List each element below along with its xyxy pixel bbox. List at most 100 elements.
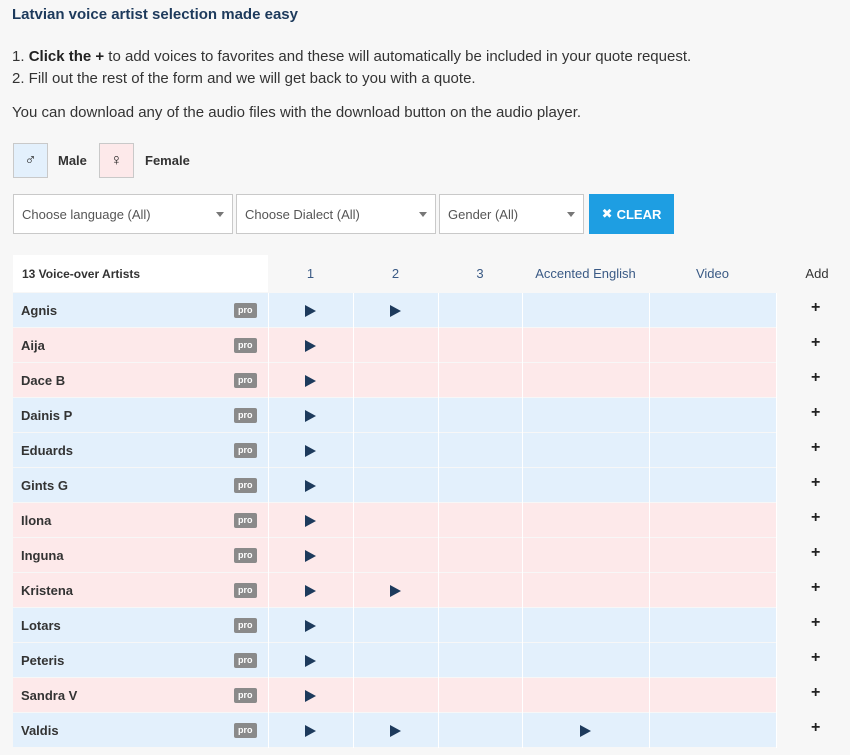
male-legend-icon: ♂ [13, 143, 48, 178]
step-number: 1. [12, 48, 25, 65]
column-divider [649, 503, 650, 538]
play-icon[interactable] [305, 655, 316, 667]
column-divider [353, 398, 354, 433]
column-divider [522, 643, 523, 678]
column-divider [268, 503, 269, 538]
chevron-down-icon [216, 212, 224, 217]
language-select[interactable]: Choose language (All) [13, 194, 233, 234]
artist-name[interactable]: Valdis [21, 723, 59, 738]
play-icon[interactable] [305, 725, 316, 737]
step-text: Fill out the rest of the form and we wil… [24, 70, 476, 87]
dialect-select[interactable]: Choose Dialect (All) [236, 194, 436, 234]
play-icon[interactable] [305, 305, 316, 317]
add-to-favorites-button[interactable]: + [811, 334, 820, 352]
column-divider [649, 608, 650, 643]
add-to-favorites-button[interactable]: + [811, 299, 820, 317]
instruction-step-1: 1. Click the + to add voices to favorite… [12, 46, 691, 68]
column-divider [522, 363, 523, 398]
play-icon[interactable] [305, 410, 316, 422]
table-row: Dainis P pro [13, 398, 777, 433]
pro-badge: pro [234, 583, 257, 598]
pro-badge: pro [234, 723, 257, 738]
column-divider [268, 398, 269, 433]
artist-name[interactable]: Dace B [21, 373, 65, 388]
column-divider [353, 503, 354, 538]
add-to-favorites-button[interactable]: + [811, 404, 820, 422]
artist-name[interactable]: Sandra V [21, 688, 77, 703]
artist-name[interactable]: Eduards [21, 443, 73, 458]
add-to-favorites-button[interactable]: + [811, 509, 820, 527]
play-icon[interactable] [580, 725, 591, 737]
column-divider [776, 713, 777, 748]
column-header-add: Add [805, 266, 829, 281]
artist-name[interactable]: Ilona [21, 513, 51, 528]
column-divider [268, 573, 269, 608]
artist-name[interactable]: Peteris [21, 653, 64, 668]
column-divider [438, 433, 439, 468]
artist-name[interactable]: Inguna [21, 548, 64, 563]
play-icon[interactable] [305, 375, 316, 387]
column-divider [776, 363, 777, 398]
add-to-favorites-button[interactable]: + [811, 614, 820, 632]
artist-name[interactable]: Aija [21, 338, 45, 353]
play-icon[interactable] [305, 620, 316, 632]
play-icon[interactable] [390, 585, 401, 597]
column-divider [353, 468, 354, 503]
gender-select-value: Gender (All) [448, 206, 519, 222]
add-to-favorites-button[interactable]: + [811, 439, 820, 457]
table-row: Lotars pro [13, 608, 777, 643]
pro-badge: pro [234, 513, 257, 528]
column-divider [268, 363, 269, 398]
gender-select[interactable]: Gender (All) [439, 194, 584, 234]
play-icon[interactable] [305, 480, 316, 492]
column-divider [353, 608, 354, 643]
column-divider [776, 468, 777, 503]
add-to-favorites-button[interactable]: + [811, 719, 820, 737]
column-divider [649, 398, 650, 433]
column-divider [353, 293, 354, 328]
column-divider [649, 363, 650, 398]
artist-name[interactable]: Gints G [21, 478, 68, 493]
column-divider [649, 468, 650, 503]
play-icon[interactable] [390, 725, 401, 737]
play-icon[interactable] [305, 690, 316, 702]
column-divider [649, 293, 650, 328]
play-icon[interactable] [305, 585, 316, 597]
table-row: Peteris pro [13, 643, 777, 678]
play-icon[interactable] [305, 515, 316, 527]
play-icon[interactable] [305, 550, 316, 562]
table-row: Kristena pro [13, 573, 777, 608]
artist-name[interactable]: Lotars [21, 618, 61, 633]
add-to-favorites-button[interactable]: + [811, 579, 820, 597]
artist-name[interactable]: Agnis [21, 303, 57, 318]
add-to-favorites-button[interactable]: + [811, 544, 820, 562]
play-icon[interactable] [305, 445, 316, 457]
add-to-favorites-button[interactable]: + [811, 474, 820, 492]
column-divider [649, 713, 650, 748]
table-row: Sandra V pro [13, 678, 777, 713]
column-divider [438, 398, 439, 433]
column-divider [268, 293, 269, 328]
table-row: Valdis pro [13, 713, 777, 748]
column-divider [353, 328, 354, 363]
add-to-favorites-button[interactable]: + [811, 684, 820, 702]
artist-name[interactable]: Dainis P [21, 408, 72, 423]
clear-button[interactable]: ✖ CLEAR [589, 194, 674, 234]
step-text: to add voices to favorites and these wil… [104, 48, 692, 65]
column-divider [438, 328, 439, 363]
column-divider [353, 713, 354, 748]
add-to-favorites-button[interactable]: + [811, 369, 820, 387]
clear-button-label: CLEAR [616, 206, 662, 222]
artist-name[interactable]: Kristena [21, 583, 73, 598]
pro-badge: pro [234, 408, 257, 423]
column-divider [522, 468, 523, 503]
play-icon[interactable] [390, 305, 401, 317]
pro-badge: pro [234, 303, 257, 318]
column-divider [438, 573, 439, 608]
column-divider [522, 573, 523, 608]
add-to-favorites-button[interactable]: + [811, 649, 820, 667]
play-icon[interactable] [305, 340, 316, 352]
column-divider [268, 538, 269, 573]
column-divider [649, 538, 650, 573]
column-header-video: Video [695, 266, 729, 281]
